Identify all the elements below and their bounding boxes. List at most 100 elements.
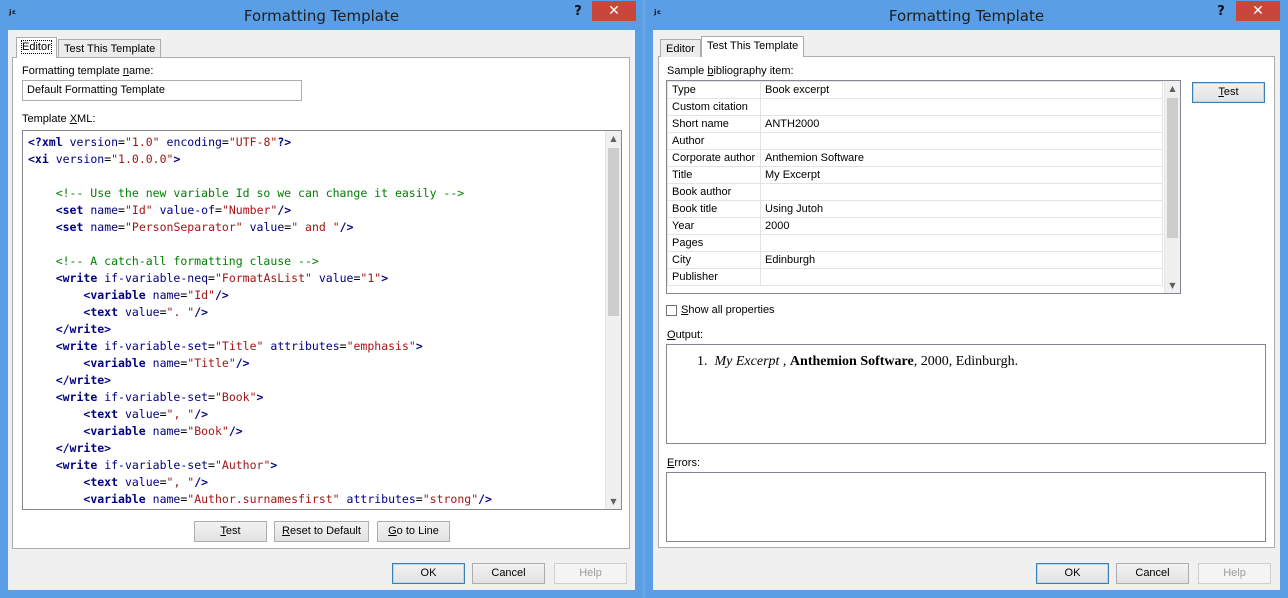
template-name-input[interactable]: Default Formatting Template — [22, 80, 302, 101]
property-value[interactable]: 2000 — [760, 217, 1163, 235]
close-icon[interactable]: ✕ — [592, 1, 636, 21]
scroll-thumb[interactable] — [608, 148, 619, 316]
property-row[interactable]: Short name ANTH2000 — [667, 115, 1163, 133]
property-name: Author — [667, 132, 761, 150]
scroll-thumb[interactable] — [1167, 98, 1178, 238]
xml-line[interactable]: <write if-variable-set="Author"> — [28, 458, 278, 472]
tab-editor[interactable]: Editor — [16, 37, 57, 58]
output-label: Output: — [667, 329, 704, 341]
property-value[interactable] — [760, 268, 1163, 286]
go-to-line-button[interactable]: Go to Line — [377, 521, 450, 542]
property-name: Book author — [667, 183, 761, 201]
xml-line[interactable]: <variable name="Book"/> — [28, 424, 242, 438]
dialog-client-area: Formatting template name: Default Format… — [8, 30, 635, 590]
show-all-properties-label[interactable]: Show all properties — [681, 304, 775, 316]
test-button[interactable]: Test — [1192, 82, 1265, 103]
xml-line[interactable]: <!-- A catch-all formatting clause --> — [28, 254, 319, 268]
xml-line[interactable]: <text value=", "/> — [28, 407, 208, 421]
property-row[interactable]: Title My Excerpt — [667, 166, 1163, 184]
ok-button[interactable]: OK — [392, 563, 465, 584]
property-row[interactable]: Book title Using Jutoh — [667, 200, 1163, 218]
xml-line[interactable]: <set name="Id" value-of="Number"/> — [28, 203, 292, 217]
scroll-up-icon[interactable]: ▲ — [606, 131, 621, 146]
xml-line[interactable]: <variable name="Author.surnamesfirst" at… — [28, 492, 492, 506]
help-icon[interactable]: ? — [568, 4, 588, 19]
scroll-down-icon[interactable]: ▼ — [1165, 278, 1180, 293]
xml-line[interactable]: </write> — [28, 322, 111, 336]
property-value[interactable]: Anthemion Software — [760, 149, 1163, 167]
tab-test-this-template[interactable]: Test This Template — [701, 36, 805, 57]
property-row[interactable]: Type Book excerpt — [667, 81, 1163, 99]
property-row[interactable]: Custom citation — [667, 98, 1163, 116]
property-row[interactable]: Author — [667, 132, 1163, 150]
template-xml-label: Template XML: — [22, 113, 96, 125]
ok-button[interactable]: OK — [1036, 563, 1109, 584]
help-icon[interactable]: ? — [1211, 4, 1231, 19]
title-bar[interactable]: ʲᵋ Formatting Template ? ✕ — [645, 0, 1288, 30]
window-title: Formatting Template — [888, 7, 1045, 25]
property-row[interactable]: Corporate author Anthemion Software — [667, 149, 1163, 167]
properties-grid[interactable]: Type Book excerpt Custom citation Short nam… — [666, 80, 1181, 294]
help-button[interactable]: Help — [554, 563, 627, 584]
xml-line[interactable]: </write> — [28, 373, 111, 387]
xml-line[interactable]: <variable name="Title"/> — [28, 356, 249, 370]
template-name-label: Formatting template name: — [22, 65, 154, 77]
property-row[interactable]: City Edinburgh — [667, 251, 1163, 269]
cancel-button[interactable]: Cancel — [1116, 563, 1189, 584]
xml-line[interactable]: <set name="PersonSeparator" value=" and … — [28, 220, 354, 234]
property-name: Custom citation — [667, 98, 761, 116]
property-row[interactable]: Year 2000 — [667, 217, 1163, 235]
xml-line[interactable]: <write if-variable-set="Title" attribute… — [28, 339, 423, 353]
property-name: Short name — [667, 115, 761, 133]
xml-vertical-scrollbar[interactable]: ▲ ▼ — [605, 131, 621, 509]
property-row[interactable]: Pages — [667, 234, 1163, 252]
sample-bibliography-label: Sample bibliography item: — [667, 65, 794, 77]
scroll-down-icon[interactable]: ▼ — [606, 494, 621, 509]
property-value[interactable] — [760, 234, 1163, 252]
tab-test-this-template[interactable]: Test This Template — [58, 39, 162, 57]
property-name: Title — [667, 166, 761, 184]
cancel-button[interactable]: Cancel — [472, 563, 545, 584]
xml-line[interactable]: <text value=". "/> — [28, 305, 208, 319]
xml-line[interactable]: <text value=", "/> — [28, 475, 208, 489]
template-xml-editor[interactable]: <?xml version="1.0" encoding="UTF-8"?> <… — [22, 130, 622, 510]
output-text: 1. My Excerpt , Anthemion Software, 2000… — [697, 354, 1019, 369]
test-button[interactable]: Test — [194, 521, 267, 542]
right-dialog-window: ʲᵋ Formatting Template ? ✕ Sample biblio… — [645, 0, 1288, 598]
xml-line[interactable]: <xi version="1.0.0.0"> — [28, 152, 180, 166]
xml-line[interactable]: <?xml version="1.0" encoding="UTF-8"?> — [28, 135, 291, 149]
title-bar[interactable]: ʲᵋ Formatting Template ? ✕ — [0, 0, 643, 30]
property-name: City — [667, 251, 761, 269]
window-title: Formatting Template — [243, 7, 400, 25]
tab-editor[interactable]: Editor — [660, 39, 701, 57]
xml-line[interactable]: <write if-variable-neq="FormatAsList" va… — [28, 271, 388, 285]
property-value[interactable] — [760, 183, 1163, 201]
xml-line[interactable]: </write> — [28, 441, 111, 455]
xml-line[interactable]: <write if-variable-set="Book"> — [28, 390, 264, 404]
property-value[interactable]: Edinburgh — [760, 251, 1163, 269]
xml-line[interactable]: <!-- Use the new variable Id so we can c… — [28, 186, 465, 200]
xml-code-text[interactable]: <?xml version="1.0" encoding="UTF-8"?> <… — [23, 131, 621, 508]
scroll-up-icon[interactable]: ▲ — [1165, 81, 1180, 96]
property-value[interactable]: ANTH2000 — [760, 115, 1163, 133]
property-name: Book title — [667, 200, 761, 218]
property-row[interactable]: Publisher — [667, 268, 1163, 286]
property-value[interactable]: My Excerpt — [760, 166, 1163, 184]
help-button[interactable]: Help — [1198, 563, 1271, 584]
close-icon[interactable]: ✕ — [1236, 1, 1280, 21]
property-row[interactable]: Book author — [667, 183, 1163, 201]
property-value[interactable] — [760, 132, 1163, 150]
output-box[interactable]: 1. My Excerpt , Anthemion Software, 2000… — [666, 344, 1266, 444]
property-name: Pages — [667, 234, 761, 252]
property-value[interactable]: Book excerpt — [760, 81, 1163, 99]
show-all-properties-checkbox[interactable] — [666, 305, 677, 316]
property-value[interactable]: Using Jutoh — [760, 200, 1163, 218]
grid-vertical-scrollbar[interactable]: ▲ ▼ — [1164, 81, 1180, 293]
left-dialog-window: ʲᵋ Formatting Template ? ✕ Formatting te… — [0, 0, 643, 598]
errors-box[interactable] — [666, 472, 1266, 542]
errors-label: Errors: — [667, 457, 701, 469]
properties-table: Type Book excerpt Custom citation Short nam… — [667, 81, 1163, 286]
reset-to-default-button[interactable]: Reset to Default — [274, 521, 369, 542]
property-value[interactable] — [760, 98, 1163, 116]
xml-line[interactable]: <variable name="Id"/> — [28, 288, 228, 302]
